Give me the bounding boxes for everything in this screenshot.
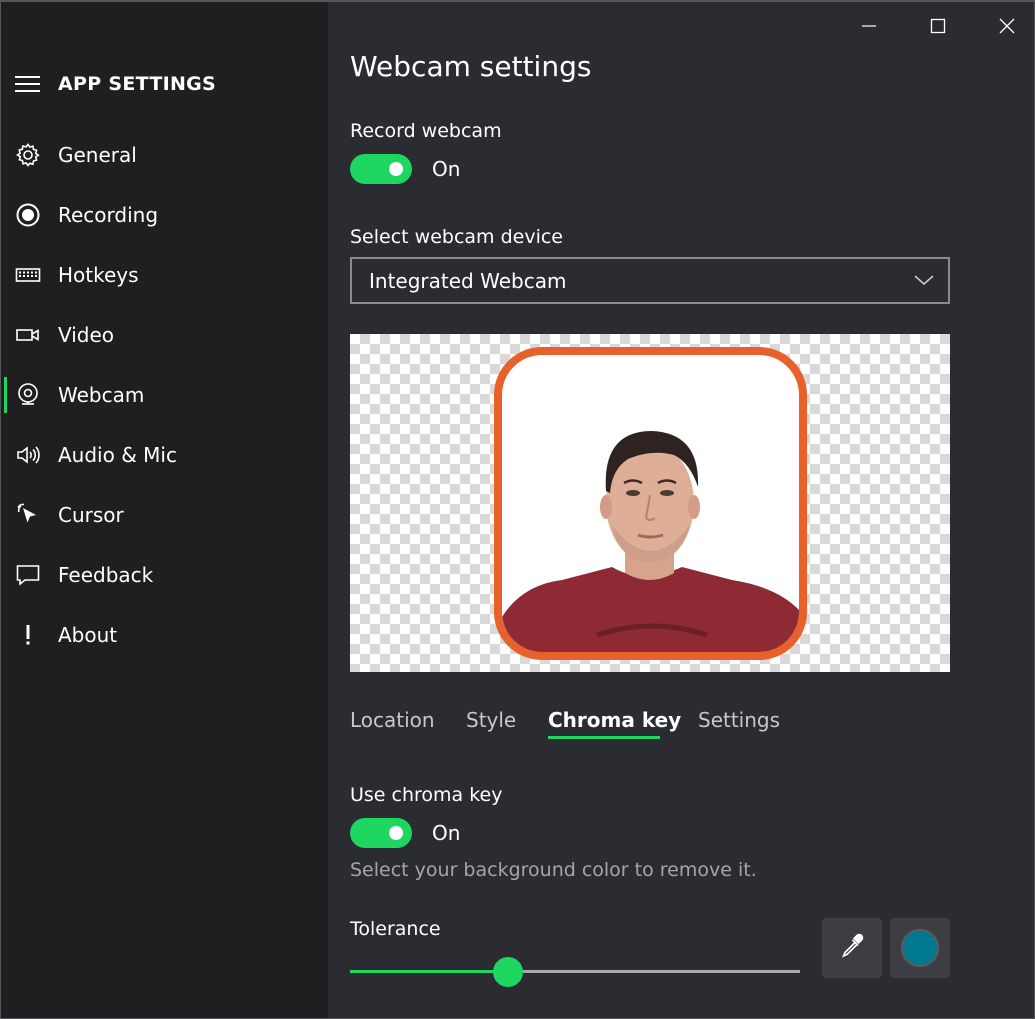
sidebar-item-label: Video [58,323,115,347]
sidebar-item-label: About [58,623,118,647]
webcam-device-label: Select webcam device [350,226,563,248]
speaker-icon [14,441,42,469]
eyedropper-button[interactable] [822,918,882,978]
webcam-preview [350,334,950,672]
sidebar-item-label: Hotkeys [58,263,139,287]
sidebar-item-label: Feedback [58,563,154,587]
webcam-frame [494,347,807,660]
tolerance-label: Tolerance [350,918,441,940]
maximize-icon [930,18,946,38]
chroma-key-toggle[interactable] [350,818,412,848]
minimize-button[interactable] [849,10,889,46]
record-icon [14,201,42,229]
record-webcam-label: Record webcam [350,120,502,142]
sidebar-item-label: Cursor [58,503,124,527]
sidebar-item-about[interactable]: About [1,609,328,661]
key-color-button[interactable] [890,918,950,978]
sidebar-item-webcam[interactable]: Webcam [1,369,328,421]
webcam-person-image [502,431,799,652]
webcam-device-dropdown[interactable]: Integrated Webcam [350,257,950,304]
chroma-key-hint: Select your background color to remove i… [350,859,757,881]
chroma-key-state: On [432,821,461,845]
speech-bubble-icon [14,561,42,589]
sidebar-header: APP SETTINGS [15,66,216,102]
tolerance-slider-thumb[interactable] [492,957,523,987]
sidebar-item-label: Recording [58,203,159,227]
key-color-swatch [901,929,939,967]
app-title: APP SETTINGS [58,73,217,95]
tab-settings[interactable]: Settings [698,708,780,732]
sidebar-item-label: Audio & Mic [58,443,177,467]
record-webcam-toggle[interactable] [350,154,412,184]
close-icon [999,18,1015,38]
hamburger-menu-icon[interactable] [15,74,41,94]
app-window: APP SETTINGS General Recording Hotkeys V… [0,0,1035,1019]
video-camera-icon [14,321,42,349]
exclamation-icon [14,621,42,649]
sidebar-item-hotkeys[interactable]: Hotkeys [1,249,328,301]
tab-chroma-key[interactable]: Chroma key [548,708,681,732]
sidebar-item-video[interactable]: Video [1,309,328,361]
maximize-button[interactable] [918,10,958,46]
tab-location[interactable]: Location [350,708,435,732]
minimize-icon [861,18,877,38]
sidebar-item-cursor[interactable]: Cursor [1,489,328,541]
sidebar-item-general[interactable]: General [1,129,328,181]
toggle-knob [389,826,403,840]
sidebar: APP SETTINGS General Recording Hotkeys V… [1,2,328,1018]
tab-style[interactable]: Style [466,708,516,732]
eyedropper-icon [838,932,866,964]
gear-icon [14,141,42,169]
keyboard-icon [14,261,42,289]
use-chroma-key-label: Use chroma key [350,784,503,806]
active-tab-underline [548,736,660,739]
close-button[interactable] [987,10,1027,46]
cursor-icon [14,501,42,529]
record-webcam-state: On [432,157,461,181]
tolerance-slider-fill [350,970,508,973]
toggle-knob [389,162,403,176]
chevron-down-icon [914,272,934,291]
active-indicator [4,377,7,413]
sidebar-item-feedback[interactable]: Feedback [1,549,328,601]
sidebar-item-recording[interactable]: Recording [1,189,328,241]
sidebar-item-label: General [58,143,137,167]
sidebar-item-audio-mic[interactable]: Audio & Mic [1,429,328,481]
sidebar-item-label: Webcam [58,383,145,407]
page-title: Webcam settings [350,50,592,83]
webcam-device-value: Integrated Webcam [369,268,567,293]
webcam-icon [14,381,42,409]
